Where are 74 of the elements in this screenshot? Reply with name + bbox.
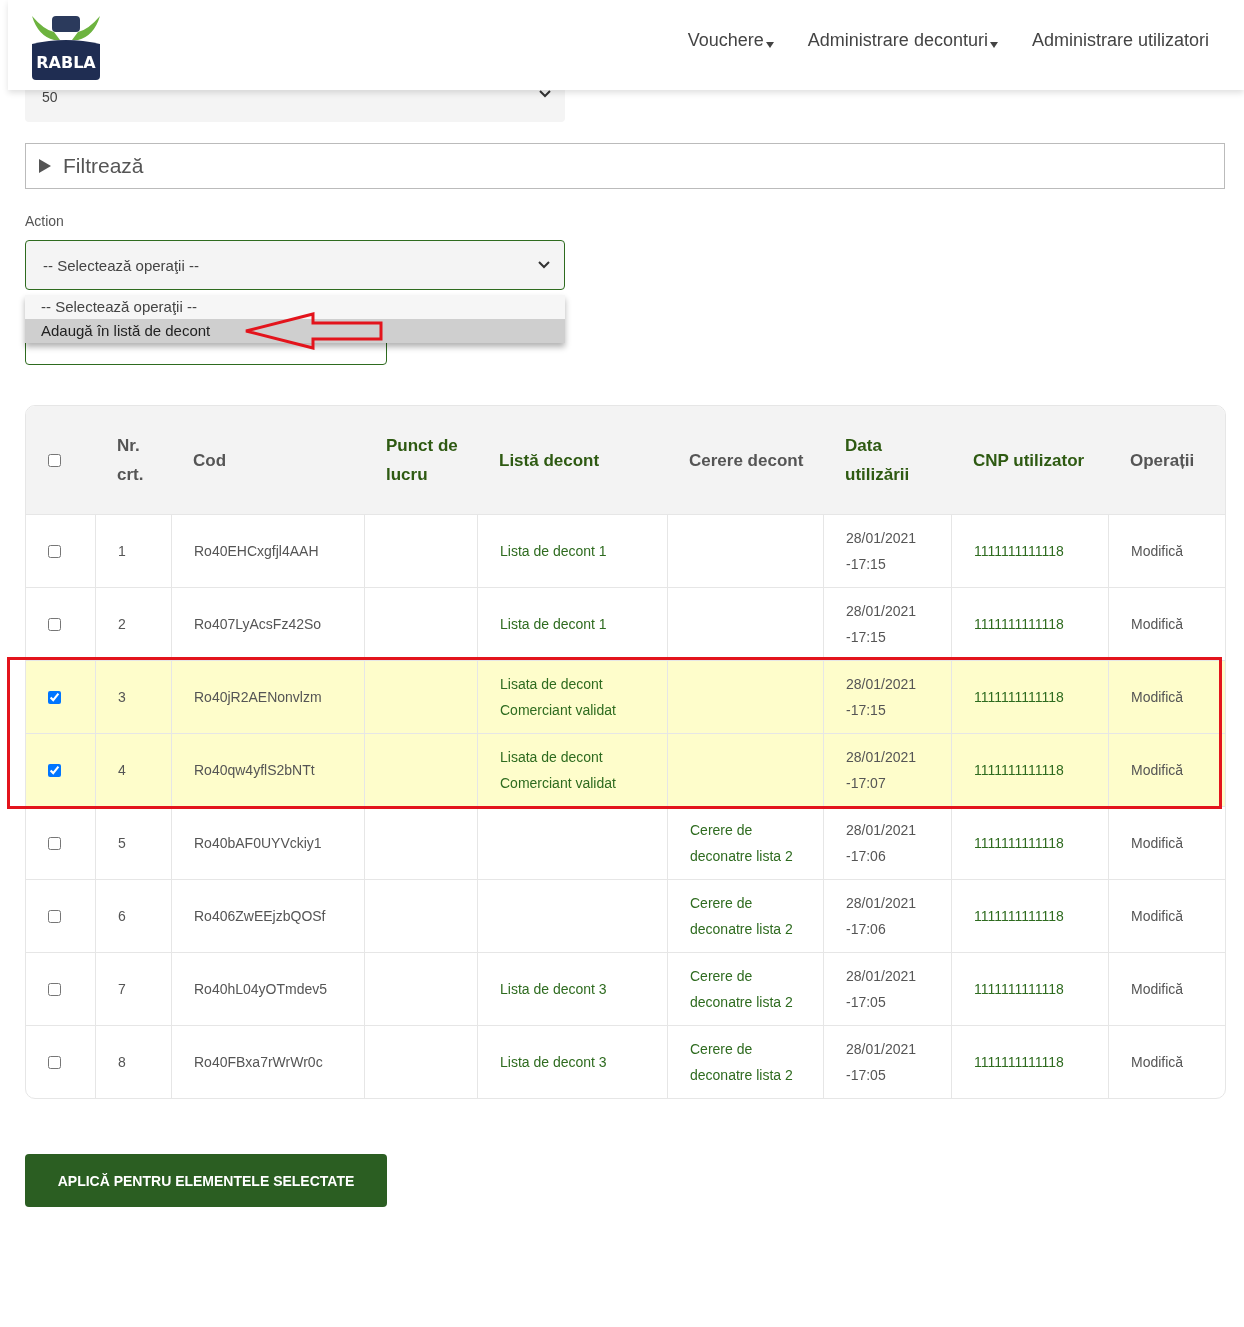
table-cell-text: 28/01/2021 -17:15	[846, 529, 918, 574]
action-select[interactable]: -- Selectează operaţii --	[25, 240, 565, 290]
table-cell-text: 6	[118, 907, 127, 926]
dropdown-option[interactable]: -- Selectează operaţii --	[25, 295, 565, 319]
column-header: Nr. crt.	[117, 435, 145, 486]
table-cell-text: Ro40FBxa7rWrWr0c	[194, 1053, 324, 1072]
table-cell-text: Ro40qw4yflS2bNTt	[194, 761, 316, 780]
caret-icon	[765, 41, 774, 48]
nav-link[interactable]: Administrare deconturi	[807, 29, 998, 51]
page-size-select[interactable]: 50	[25, 90, 565, 122]
nav-link[interactable]: Vouchere	[687, 29, 774, 51]
table-link[interactable]: Lista de decont 1	[500, 611, 659, 637]
table-cell-text: Ro40jR2AENonvlzm	[194, 688, 323, 707]
logo: RABLA	[24, 10, 108, 80]
row-checkbox[interactable]	[48, 909, 61, 923]
column-header: Cerere decont	[689, 449, 805, 472]
table-cell-text: 28/01/2021 -17:05	[846, 1040, 918, 1085]
table-cell-text: Ro407LyAcsFz42So	[194, 615, 323, 634]
table-cell-text: 3	[118, 688, 127, 707]
row-checkbox[interactable]	[48, 982, 61, 996]
table-cell-text: Modifică	[1131, 688, 1185, 707]
table-cell-text: Modifică	[1131, 980, 1185, 999]
column-header: Cod	[193, 449, 228, 472]
table-cell-text: Ro406ZwEEjzbQOSf	[194, 907, 327, 926]
table-cell-text: 28/01/2021 -17:07	[846, 748, 918, 793]
table-cell-text: Modifică	[1131, 834, 1185, 853]
table-cell-text: Modifică	[1131, 907, 1185, 926]
table-link[interactable]: 1111111111118	[974, 830, 1100, 856]
table-cell-text: Modifică	[1131, 615, 1185, 634]
filter-toggle[interactable]: Filtrează	[25, 143, 1225, 189]
table-cell-text: Ro40bAF0UYVckiy1	[194, 834, 323, 853]
table-link[interactable]: Cerere de deconatre lista 2	[690, 1036, 815, 1088]
table-cell-text: 4	[118, 761, 127, 780]
chevron-down-icon	[539, 90, 551, 98]
table-cell-text: 5	[118, 834, 127, 853]
dropdown-option[interactable]: Adaugă în listă de decont	[25, 319, 565, 343]
table-cell-text: 2	[118, 615, 127, 634]
table-link[interactable]: Cerere de deconatre lista 2	[690, 963, 815, 1015]
table-link[interactable]: 1111111111118	[974, 538, 1100, 564]
chevron-down-icon	[538, 261, 550, 269]
column-header: Operații	[1130, 449, 1196, 472]
row-checkbox[interactable]	[48, 763, 61, 777]
table-link[interactable]: Lista de decont 3	[500, 1049, 659, 1075]
table-cell-text: Ro40EHCxgfjl4AAH	[194, 542, 320, 561]
table-link[interactable]: 1111111111118	[974, 976, 1100, 1002]
table-cell-text: Modifică	[1131, 761, 1185, 780]
table-link[interactable]: Cerere de deconatre lista 2	[690, 890, 815, 942]
table-cell-text: Modifică	[1131, 1053, 1185, 1072]
field-label: Action	[25, 213, 65, 229]
caret-icon	[989, 41, 998, 48]
table-link[interactable]: Lista de decont 1	[500, 538, 659, 564]
row-checkbox[interactable]	[48, 544, 61, 558]
table-cell-text: 8	[118, 1053, 127, 1072]
select-all-checkbox[interactable]	[48, 453, 61, 467]
table-link[interactable]: Cerere de deconatre lista 2	[690, 817, 815, 869]
table-cell-text: 28/01/2021 -17:06	[846, 821, 918, 866]
row-checkbox[interactable]	[48, 1055, 61, 1069]
table-cell-text: 28/01/2021 -17:05	[846, 967, 918, 1012]
row-checkbox[interactable]	[48, 617, 61, 631]
table-cell-text: 28/01/2021 -17:15	[846, 675, 918, 720]
table-link[interactable]: Lista de decont 3	[500, 976, 659, 1002]
table-cell-text: 28/01/2021 -17:15	[846, 602, 918, 647]
table-link[interactable]: 1111111111118	[974, 611, 1100, 637]
nav-link[interactable]: Administrare utilizatori	[1031, 29, 1209, 51]
table-link[interactable]: 1111111111118	[974, 1049, 1100, 1075]
table-cell-text: Ro40hL04yOTmdev5	[194, 980, 329, 999]
table-cell-text: Modifică	[1131, 542, 1185, 561]
table-link[interactable]: 1111111111118	[974, 903, 1100, 929]
table-cell-text: 28/01/2021 -17:06	[846, 894, 918, 939]
table-cell-text: 7	[118, 980, 127, 999]
row-checkbox[interactable]	[48, 836, 61, 850]
table-cell-text: 1	[118, 542, 127, 561]
apply-button[interactable]: APLICĂ PENTRU ELEMENTELE SELECTATE	[25, 1154, 387, 1207]
row-checkbox[interactable]	[48, 690, 61, 704]
